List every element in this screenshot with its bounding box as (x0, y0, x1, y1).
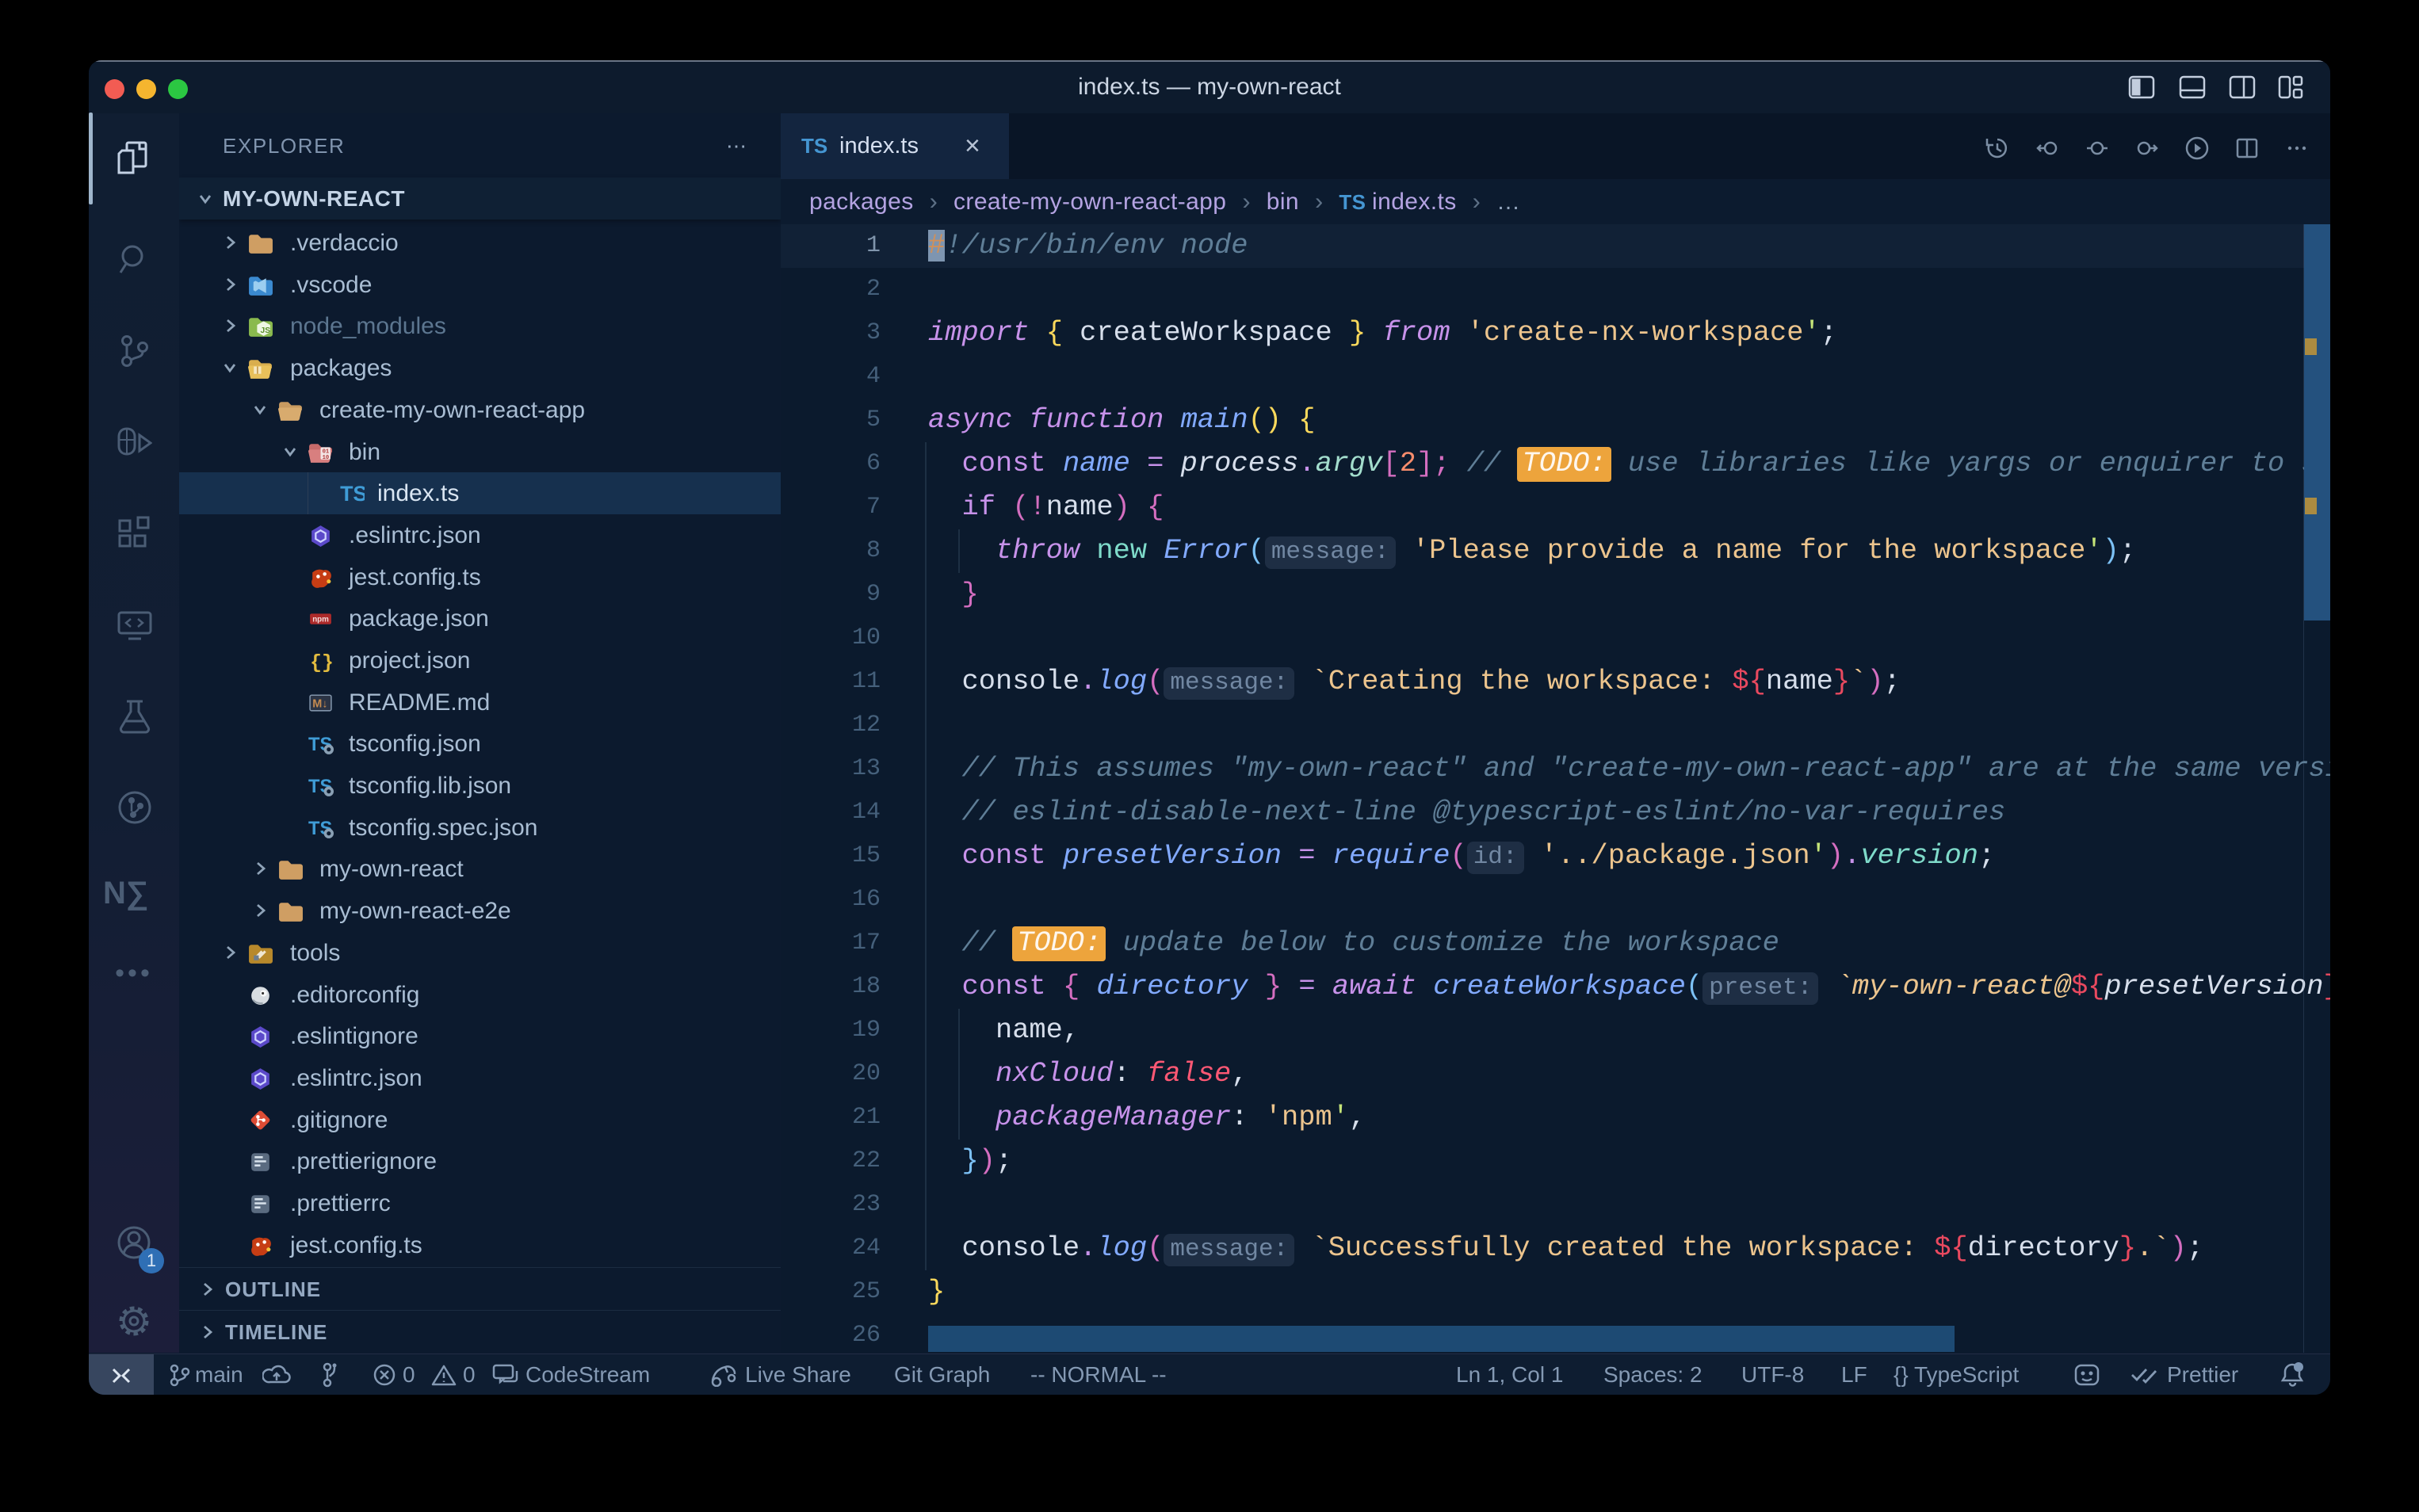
svg-text:{}: {} (310, 652, 334, 674)
svg-text:M↓: M↓ (312, 698, 327, 711)
svg-text:TS: TS (340, 482, 365, 506)
svg-text:npm: npm (312, 616, 329, 624)
svg-text:JS: JS (261, 326, 271, 335)
svg-text:10: 10 (323, 455, 330, 461)
